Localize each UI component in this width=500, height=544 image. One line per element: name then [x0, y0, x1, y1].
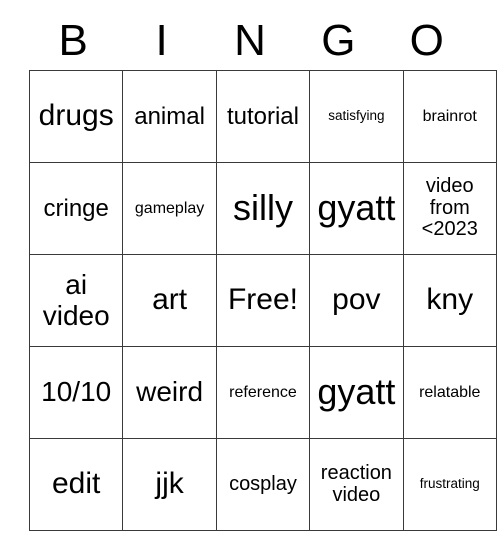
bingo-cell[interactable]: pov — [309, 254, 404, 347]
bingo-cell-label: silly — [232, 187, 293, 229]
bingo-cell[interactable]: video from <2023 — [402, 162, 497, 255]
bingo-cell-label: 10/10 — [41, 376, 112, 408]
bingo-cell[interactable]: weird — [122, 346, 217, 439]
header-letter-g: G — [321, 16, 356, 65]
bingo-cell-label: kny — [426, 283, 474, 317]
bingo-cell-label: gyatt — [317, 371, 396, 413]
bingo-cell[interactable]: ai video — [28, 254, 124, 347]
bingo-cell-label: jjk — [155, 467, 184, 501]
bingo-cell[interactable]: gyatt — [309, 346, 404, 439]
bingo-row: edit jjk cosplay reaction video frustrat… — [28, 438, 497, 531]
header-letter-b: B — [58, 16, 88, 65]
bingo-cell-label: reference — [229, 383, 297, 401]
bingo-row: cringe gameplay silly gyatt video from <… — [28, 162, 497, 255]
bingo-row: 10/10 weird reference gyatt relatable — [28, 346, 497, 439]
bingo-cell[interactable]: gyatt — [309, 162, 404, 255]
bingo-cell-label: drugs — [38, 99, 114, 133]
bingo-cell-label: weird — [136, 376, 204, 408]
bingo-header: B I N G O — [29, 12, 471, 70]
bingo-cell-label: Free! — [227, 283, 298, 317]
bingo-cell[interactable]: art — [122, 254, 217, 347]
bingo-cell-label: video from <2023 — [421, 175, 478, 241]
bingo-cell[interactable]: reaction video — [309, 438, 404, 531]
bingo-cell[interactable]: gameplay — [122, 162, 217, 255]
bingo-cell[interactable]: brainrot — [402, 70, 497, 163]
header-letter-n: N — [234, 16, 266, 65]
header-letter-o: O — [409, 16, 444, 65]
bingo-cell[interactable]: satisfying — [309, 70, 404, 163]
bingo-row: drugs animal tutorial satisfying brainro… — [28, 70, 497, 163]
bingo-cell-free[interactable]: Free! — [215, 254, 311, 347]
bingo-cell[interactable]: 10/10 — [28, 346, 124, 439]
bingo-grid-body: drugs animal tutorial satisfying brainro… — [28, 70, 497, 531]
bingo-cell[interactable]: cringe — [28, 162, 124, 255]
bingo-cell[interactable]: silly — [215, 162, 311, 255]
bingo-cell[interactable]: kny — [402, 254, 497, 347]
bingo-cell-label: gyatt — [317, 187, 396, 229]
bingo-cell[interactable]: drugs — [28, 70, 124, 163]
bingo-cell[interactable]: relatable — [402, 346, 497, 439]
bingo-cell-label: gameplay — [134, 199, 205, 217]
bingo-grid: drugs animal tutorial satisfying brainro… — [28, 70, 497, 531]
bingo-cell-label: art — [152, 283, 188, 317]
bingo-cell-label: frustrating — [419, 476, 480, 492]
bingo-cell-label: reaction video — [320, 461, 392, 506]
bingo-cell[interactable]: animal — [122, 70, 217, 163]
bingo-cell[interactable]: edit — [28, 438, 124, 531]
bingo-cell-label: cosplay — [229, 472, 297, 495]
bingo-cell-label: satisfying — [328, 108, 385, 124]
header-letter-i: I — [155, 16, 168, 65]
bingo-cell[interactable]: jjk — [122, 438, 217, 531]
bingo-card: B I N G O drugs animal tutorial satisfyi… — [28, 12, 497, 531]
bingo-cell[interactable]: reference — [215, 346, 311, 439]
bingo-cell-label: tutorial — [226, 102, 299, 130]
bingo-cell-label: pov — [332, 283, 381, 317]
bingo-row: ai video art Free! pov kny — [28, 254, 497, 347]
bingo-cell[interactable]: frustrating — [402, 438, 497, 531]
bingo-cell-label: relatable — [419, 383, 481, 401]
bingo-cell-label: edit — [52, 467, 101, 501]
bingo-cell-label: ai video — [42, 269, 110, 331]
bingo-cell[interactable]: cosplay — [215, 438, 311, 531]
bingo-cell-label: brainrot — [422, 107, 477, 125]
bingo-cell[interactable]: tutorial — [215, 70, 311, 163]
bingo-cell-label: cringe — [43, 194, 109, 222]
bingo-cell-label: animal — [134, 102, 205, 130]
